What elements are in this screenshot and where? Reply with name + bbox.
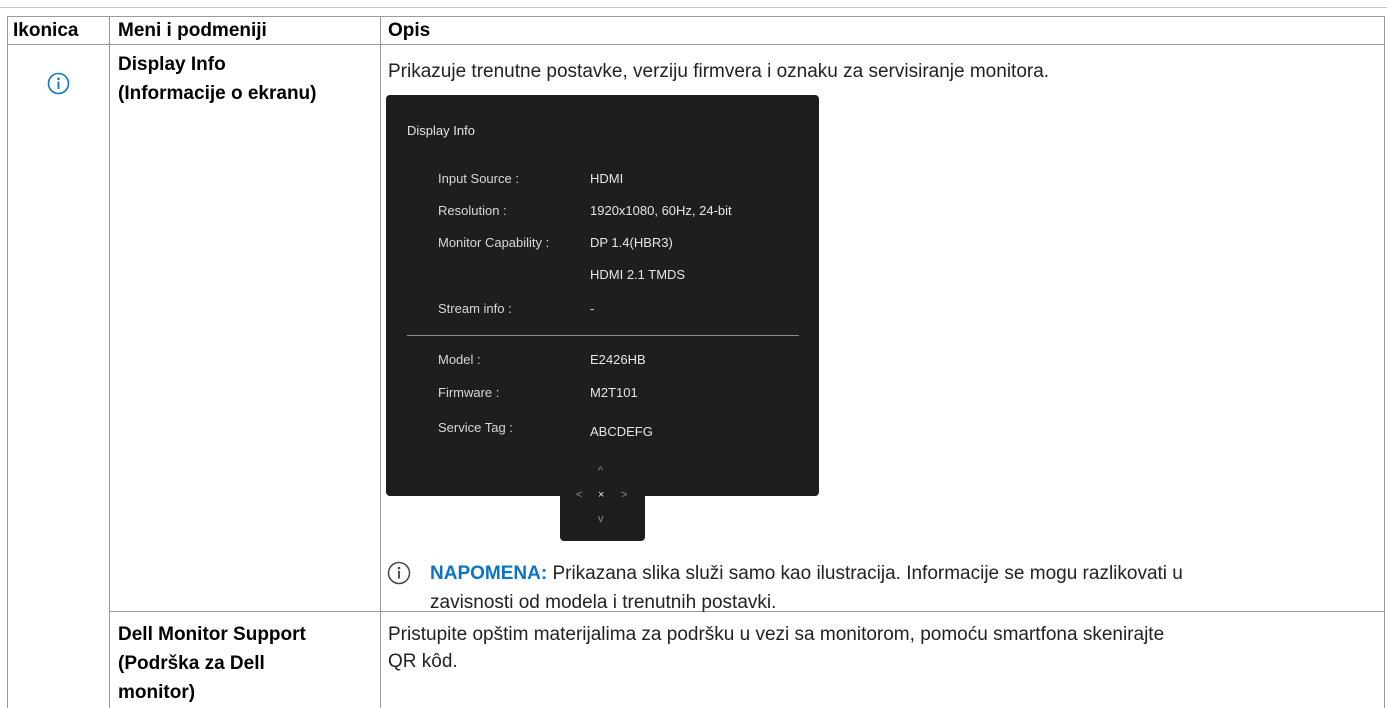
close-icon: × xyxy=(598,489,605,501)
chevron-down-icon: v xyxy=(598,513,604,525)
column-divider-1 xyxy=(109,16,110,708)
osd-display-info-screenshot: Display Info Input Source : HDMI Resolut… xyxy=(386,95,819,496)
header-icon: Ikonica xyxy=(13,20,79,41)
header-description: Opis xyxy=(388,20,431,41)
document-page: Ikonica Meni i podmeniji Opis Display In… xyxy=(0,0,1387,708)
chevron-right-icon: > xyxy=(621,489,628,501)
osd-row-label: Resolution : xyxy=(438,203,507,218)
chevron-left-icon: < xyxy=(576,489,583,501)
osd-row-value: DP 1.4(HBR3) xyxy=(590,235,673,250)
menu-dell-support-line3: monitor) xyxy=(118,682,196,703)
note-line1-text: Prikazana slika služi samo kao ilustraci… xyxy=(547,563,1183,584)
note-line2: zavisnosti od modela i trenutnih postavk… xyxy=(430,592,777,613)
osd-row-label: Input Source : xyxy=(438,171,519,186)
header-menu: Meni i podmeniji xyxy=(118,20,267,41)
menu-display-info-line1: Display Info xyxy=(118,54,226,75)
osd-row-value: 1920x1080, 60Hz, 24-bit xyxy=(590,203,732,218)
osd-row-label: Firmware : xyxy=(438,385,500,400)
osd-joystick-guide: ^ < × > v xyxy=(560,451,645,541)
header-top-line xyxy=(7,16,1385,17)
info-circle-icon xyxy=(47,72,70,95)
header-bottom-line xyxy=(7,44,1385,45)
osd-row-label: Model : xyxy=(438,352,481,367)
osd-title: Display Info xyxy=(407,123,475,138)
osd-row-value: ABCDEFG xyxy=(590,424,653,439)
top-border xyxy=(0,7,1387,8)
note-text: NAPOMENA: Prikazana slika služi samo kao… xyxy=(430,561,1380,615)
info-circle-icon xyxy=(387,561,411,585)
osd-row-value: - xyxy=(590,301,595,316)
dell-support-description: Pristupite opštim materijalima za podršk… xyxy=(388,622,1164,674)
dell-support-desc-line2: QR kôd. xyxy=(388,651,458,672)
osd-row-value: E2426HB xyxy=(590,352,646,367)
menu-dell-monitor-support: Dell Monitor Support (Podrška za Dell mo… xyxy=(118,622,306,705)
menu-dell-support-line2: (Podrška za Dell xyxy=(118,653,265,674)
osd-separator xyxy=(407,335,799,336)
menu-display-info: Display Info (Informacije o ekranu) xyxy=(118,52,317,106)
menu-dell-support-line1: Dell Monitor Support xyxy=(118,624,306,645)
menu-display-info-line2: (Informacije o ekranu) xyxy=(118,83,317,104)
osd-row-value: HDMI xyxy=(590,171,624,186)
dell-support-desc-line1: Pristupite opštim materijalima za podršk… xyxy=(388,624,1165,645)
osd-row-label: Stream info : xyxy=(438,301,512,316)
chevron-up-icon: ^ xyxy=(598,465,604,477)
display-info-description: Prikazuje trenutne postavke, verziju fir… xyxy=(388,61,1050,82)
osd-row-label: Service Tag : xyxy=(438,420,513,435)
osd-row-value: HDMI 2.1 TMDS xyxy=(590,267,686,282)
table-left-border xyxy=(7,16,8,708)
column-divider-2 xyxy=(380,16,381,708)
note-label: NAPOMENA: xyxy=(430,563,548,584)
note-line1: NAPOMENA: Prikazana slika služi samo kao… xyxy=(430,561,1380,586)
osd-row-label: Monitor Capability : xyxy=(438,235,550,250)
table-right-border xyxy=(1384,16,1385,708)
osd-row-value: M2T101 xyxy=(590,385,638,400)
